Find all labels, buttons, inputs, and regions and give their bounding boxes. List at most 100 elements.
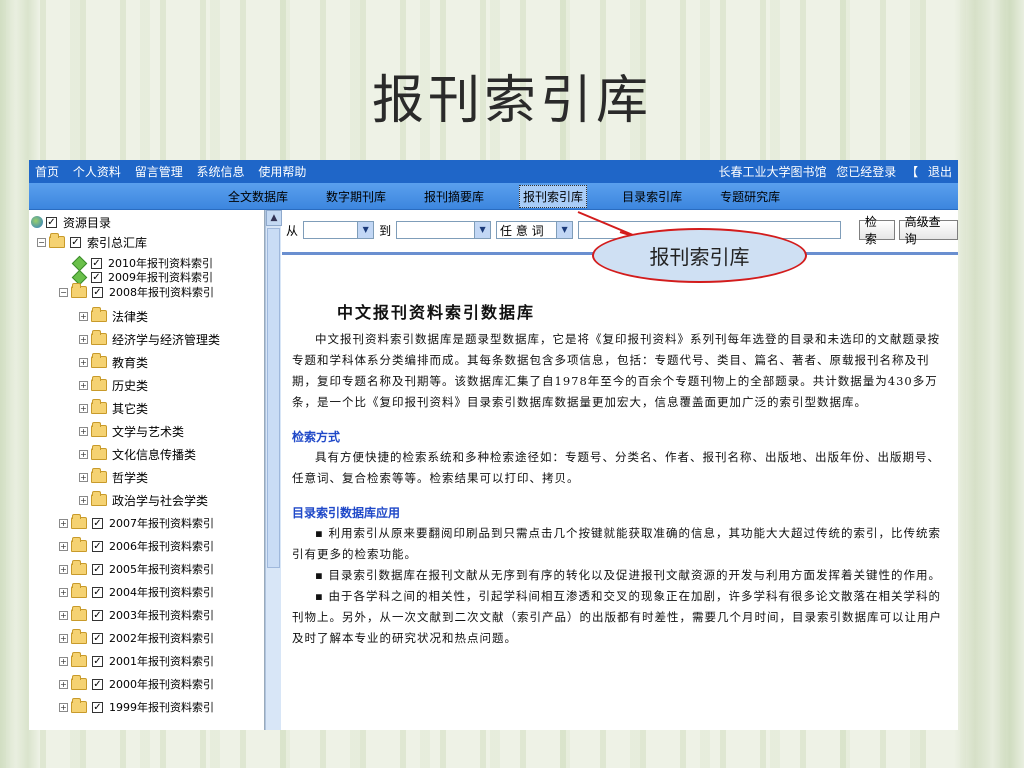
tree-year-item[interactable]: + ✓ 2005年报刊资料索引 xyxy=(59,559,214,579)
expand-icon[interactable]: + xyxy=(79,403,88,413)
tree-root[interactable]: ✓ 资源目录 xyxy=(31,212,111,232)
expand-icon[interactable]: + xyxy=(59,518,68,528)
tab-index[interactable]: 报刊索引库 xyxy=(519,184,588,208)
from-label: 从 xyxy=(286,223,299,238)
tree-subitem[interactable]: + 历史类 xyxy=(79,375,148,395)
tree-subitem-label: 法律类 xyxy=(112,309,149,324)
expand-icon[interactable]: + xyxy=(59,656,68,666)
checkbox[interactable]: ✓ xyxy=(92,609,103,621)
tab-abstracts[interactable]: 报刊摘要库 xyxy=(421,186,487,207)
nav-messages[interactable]: 留言管理 xyxy=(135,165,183,179)
folder-icon xyxy=(71,606,87,621)
tree-subitem-label: 历史类 xyxy=(112,378,149,393)
globe-icon xyxy=(31,216,43,228)
checkbox[interactable]: ✓ xyxy=(92,540,103,552)
folder-icon xyxy=(71,652,87,667)
folder-icon xyxy=(91,491,107,506)
scroll-up-icon[interactable]: ▲ xyxy=(266,210,282,226)
checkbox[interactable]: ✓ xyxy=(92,286,103,298)
tree-year-item[interactable]: + ✓ 2002年报刊资料索引 xyxy=(59,628,214,648)
expand-icon[interactable]: + xyxy=(59,679,68,689)
folder-icon xyxy=(91,422,107,437)
nav-profile[interactable]: 个人资料 xyxy=(73,165,121,179)
expand-icon[interactable]: + xyxy=(59,564,68,574)
checkbox[interactable]: ✓ xyxy=(92,632,103,644)
section-title-applications: 目录索引数据库应用 xyxy=(292,506,401,520)
expand-icon[interactable]: + xyxy=(59,633,68,643)
tab-catalog-index[interactable]: 目录索引库 xyxy=(619,186,685,207)
expand-icon[interactable]: + xyxy=(59,541,68,551)
expand-icon[interactable]: + xyxy=(79,449,88,459)
tree-year-label: 2003年报刊资料索引 xyxy=(109,609,214,622)
tree-subitem[interactable]: + 教育类 xyxy=(79,352,148,372)
tree-subitem-label: 文学与艺术类 xyxy=(112,424,185,439)
expand-icon[interactable]: + xyxy=(59,610,68,620)
tree-year-item[interactable]: + ✓ 2004年报刊资料索引 xyxy=(59,582,214,602)
folder-icon xyxy=(49,233,65,248)
folder-icon xyxy=(71,283,87,298)
tree-subitem-label: 政治学与社会学类 xyxy=(112,493,209,508)
expand-icon[interactable]: + xyxy=(79,334,88,344)
dropdown-arrow-icon: ▼ xyxy=(357,222,374,238)
checkbox[interactable]: ✓ xyxy=(92,701,103,713)
checkbox[interactable]: ✓ xyxy=(92,586,103,598)
tab-digital-journals[interactable]: 数字期刊库 xyxy=(323,186,389,207)
tab-fulltext[interactable]: 全文数据库 xyxy=(225,186,291,207)
tree-year-item[interactable]: + ✓ 2006年报刊资料索引 xyxy=(59,536,214,556)
checkbox[interactable]: ✓ xyxy=(92,655,103,667)
tree-subitem[interactable]: + 文学与艺术类 xyxy=(79,421,184,441)
expand-icon[interactable]: + xyxy=(79,357,88,367)
tree-subitem[interactable]: + 哲学类 xyxy=(79,467,148,487)
tree-subitem[interactable]: + 文化信息传播类 xyxy=(79,444,196,464)
folder-icon xyxy=(71,514,87,529)
tree-subitem-label: 其它类 xyxy=(112,401,149,416)
collapse-icon[interactable]: − xyxy=(37,237,46,247)
checkbox[interactable]: ✓ xyxy=(92,563,103,575)
expand-icon[interactable]: + xyxy=(79,380,88,390)
nav-system-info[interactable]: 系统信息 xyxy=(197,165,245,179)
checkbox[interactable]: ✓ xyxy=(91,271,102,283)
tree-item-2009[interactable]: ✓ 2009年报刊资料索引 xyxy=(71,269,213,285)
checkbox[interactable]: ✓ xyxy=(92,517,103,529)
search-button[interactable]: 检索 xyxy=(858,215,895,246)
tree-subitem[interactable]: + 其它类 xyxy=(79,398,148,418)
search-field-select[interactable]: 任 意 词 ▼ xyxy=(496,221,574,239)
tree-year-item[interactable]: + ✓ 2001年报刊资料索引 xyxy=(59,651,214,671)
section-title-search-methods: 检索方式 xyxy=(292,430,341,444)
expand-icon[interactable]: + xyxy=(79,426,88,436)
tree-year-item[interactable]: + ✓ 2003年报刊资料索引 xyxy=(59,605,214,625)
tree-item-label: 2009年报刊资料索引 xyxy=(108,271,213,284)
checkbox[interactable]: ✓ xyxy=(46,216,57,228)
tree-subitem-label: 经济学与经济管理类 xyxy=(112,332,221,347)
to-year-select[interactable]: ▼ xyxy=(396,221,492,239)
collapse-icon[interactable]: − xyxy=(59,287,68,297)
expand-icon[interactable]: + xyxy=(59,587,68,597)
expand-icon[interactable]: + xyxy=(59,702,68,712)
tree-year-label: 2005年报刊资料索引 xyxy=(109,563,214,576)
scrollbar-thumb[interactable] xyxy=(267,228,280,568)
tree-year-item[interactable]: + ✓ 1999年报刊资料索引 xyxy=(59,697,214,717)
checkbox[interactable]: ✓ xyxy=(92,678,103,690)
nav-home[interactable]: 首页 xyxy=(35,165,59,179)
tree-item-2008[interactable]: − ✓ 2008年报刊资料索引 xyxy=(59,283,214,300)
tree-year-item[interactable]: + ✓ 2007年报刊资料索引 xyxy=(59,513,214,533)
expand-icon[interactable]: + xyxy=(79,495,88,505)
checkbox[interactable]: ✓ xyxy=(70,236,81,248)
tree-item-2010[interactable]: ✓ 2010年报刊资料索引 xyxy=(71,255,213,271)
from-year-select[interactable]: ▼ xyxy=(303,221,375,239)
logout-link[interactable]: 退出 xyxy=(928,165,952,179)
expand-icon[interactable]: + xyxy=(79,472,88,482)
login-status: 您已经登录 xyxy=(836,165,897,179)
tree-level1[interactable]: − ✓ 索引总汇库 xyxy=(37,232,147,252)
tree-scrollbar[interactable]: ▲ xyxy=(265,210,282,730)
nav-help[interactable]: 使用帮助 xyxy=(258,165,306,179)
tab-special-research[interactable]: 专题研究库 xyxy=(717,186,783,207)
main-body: ✓ 资源目录 − ✓ 索引总汇库 ✓ 2010年报刊资料索引 ✓ 2009年报刊… xyxy=(29,210,958,730)
tree-year-item[interactable]: + ✓ 2000年报刊资料索引 xyxy=(59,674,214,694)
checkbox[interactable]: ✓ xyxy=(91,257,102,269)
tree-subitem[interactable]: + 经济学与经济管理类 xyxy=(79,329,220,349)
tree-subitem[interactable]: + 法律类 xyxy=(79,306,148,326)
expand-icon[interactable]: + xyxy=(79,311,88,321)
tree-subitem[interactable]: + 政治学与社会学类 xyxy=(79,490,208,510)
advanced-search-button[interactable]: 高级查询 xyxy=(898,215,958,246)
